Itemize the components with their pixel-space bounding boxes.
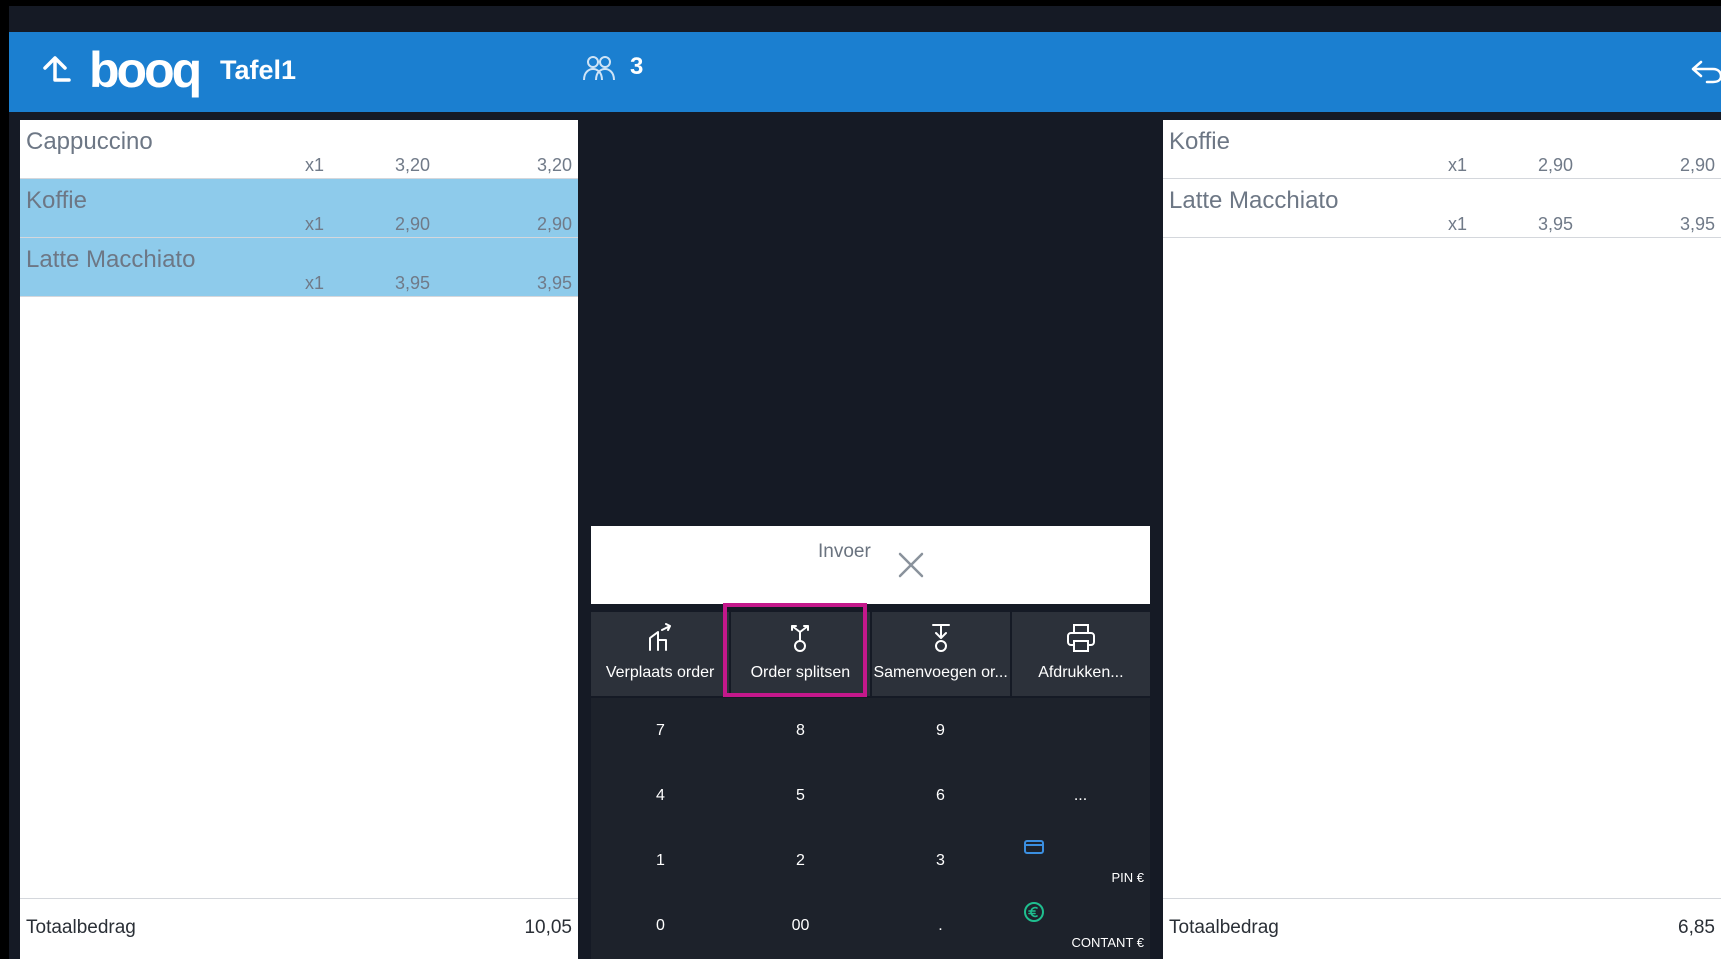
- booq-logo: booq: [89, 42, 202, 98]
- pin-label: PIN €: [1111, 870, 1144, 885]
- item-qty: x1: [1448, 214, 1468, 234]
- euro-coin-icon: [1024, 902, 1044, 922]
- item-total: 2,90: [1679, 155, 1715, 175]
- item-qty: x1: [305, 273, 325, 293]
- item-price: 3,95: [1538, 214, 1574, 234]
- total-label: Totaalbedrag: [1169, 917, 1279, 938]
- item-price: 2,90: [1538, 155, 1574, 175]
- key-00[interactable]: 00: [731, 893, 870, 958]
- numeric-keypad: 7 8 9 4 5 6 ... 1 2 3 PIN € 0 00 . CONTA…: [591, 698, 1150, 959]
- order-total: Totaalbedrag 10,05: [20, 898, 578, 959]
- key-2[interactable]: 2: [731, 828, 870, 893]
- printer-icon: [1066, 624, 1095, 652]
- cash-label: CONTANT €: [1071, 935, 1144, 950]
- action-label: Verplaats order: [605, 664, 715, 681]
- item-qty: x1: [305, 214, 325, 234]
- order-total: Totaalbedrag 6,85: [1163, 898, 1721, 959]
- order-actions: Verplaats order Order splitsen Samenvoeg…: [591, 612, 1150, 696]
- item-total: 3,95: [1679, 214, 1715, 234]
- source-order-panel: Cappuccino x1 3,20 3,20 Koffie x1 2,90 2…: [20, 120, 578, 959]
- undo-icon[interactable]: [1689, 54, 1721, 88]
- split-order-button[interactable]: Order splitsen: [731, 612, 870, 696]
- guests-icon[interactable]: [581, 52, 617, 86]
- pos-app: booq Tafel1 3 Cappuccino x1 3,20 3,20 Ko…: [9, 6, 1721, 959]
- item-price: 2,90: [395, 214, 431, 234]
- input-display[interactable]: Invoer: [591, 526, 1150, 604]
- order-line-latte-macchiato[interactable]: Latte Macchiato x1 3,95 3,95: [1163, 179, 1721, 238]
- order-line-koffie[interactable]: Koffie x1 2,90 2,90: [1163, 120, 1721, 179]
- total-amount: 6,85: [1678, 917, 1715, 938]
- order-line-latte-macchiato[interactable]: Latte Macchiato x1 3,95 3,95: [20, 238, 578, 297]
- item-total: 3,20: [536, 155, 572, 175]
- move-order-icon: [649, 623, 672, 651]
- key-1[interactable]: 1: [591, 828, 730, 893]
- merge-order-icon: [931, 624, 950, 652]
- pin-pay-button[interactable]: PIN €: [1011, 828, 1150, 893]
- item-name: Latte Macchiato: [1169, 187, 1339, 214]
- key-3[interactable]: 3: [871, 828, 1010, 893]
- key-4[interactable]: 4: [591, 763, 730, 828]
- action-label: Afdrukken...: [1038, 664, 1124, 681]
- order-line-cappuccino[interactable]: Cappuccino x1 3,20 3,20: [20, 120, 578, 179]
- item-name: Cappuccino: [26, 128, 153, 155]
- action-label: Samenvoegen or...: [873, 664, 1008, 681]
- table-name[interactable]: Tafel1: [220, 55, 296, 86]
- key-9[interactable]: 9: [871, 698, 1010, 763]
- item-qty: x1: [1448, 155, 1468, 175]
- more-key[interactable]: ...: [1011, 763, 1150, 828]
- key-0[interactable]: 0: [591, 893, 730, 958]
- item-total: 3,95: [536, 273, 572, 293]
- top-bar: booq Tafel1 3: [9, 32, 1721, 112]
- split-order-panel: Koffie x1 2,90 2,90 Latte Macchiato x1 3…: [1163, 120, 1721, 959]
- card-icon: [1024, 840, 1044, 854]
- clear-icon[interactable]: [895, 549, 927, 581]
- guest-count[interactable]: 3: [630, 53, 643, 81]
- action-label: Order splitsen: [750, 664, 851, 681]
- merge-order-button[interactable]: Samenvoegen or...: [871, 612, 1010, 696]
- key-8[interactable]: 8: [731, 698, 870, 763]
- total-amount: 10,05: [524, 917, 572, 938]
- item-qty: x1: [305, 155, 325, 175]
- back-arrow-icon[interactable]: [35, 50, 75, 90]
- item-name: Koffie: [1169, 128, 1230, 155]
- item-total: 2,90: [536, 214, 572, 234]
- cash-pay-button[interactable]: CONTANT €: [1011, 893, 1150, 958]
- move-order-button[interactable]: Verplaats order: [591, 612, 730, 696]
- item-name: Koffie: [26, 187, 87, 214]
- item-price: 3,95: [395, 273, 431, 293]
- input-label: Invoer: [818, 541, 871, 562]
- order-line-koffie[interactable]: Koffie x1 2,90 2,90: [20, 179, 578, 238]
- key-5[interactable]: 5: [731, 763, 870, 828]
- key-decimal[interactable]: .: [871, 893, 1010, 958]
- key-6[interactable]: 6: [871, 763, 1010, 828]
- split-order-icon: [791, 625, 810, 652]
- item-price: 3,20: [395, 155, 431, 175]
- key-7[interactable]: 7: [591, 698, 730, 763]
- total-label: Totaalbedrag: [26, 917, 136, 938]
- print-button[interactable]: Afdrukken...: [1011, 612, 1150, 696]
- item-name: Latte Macchiato: [26, 246, 196, 273]
